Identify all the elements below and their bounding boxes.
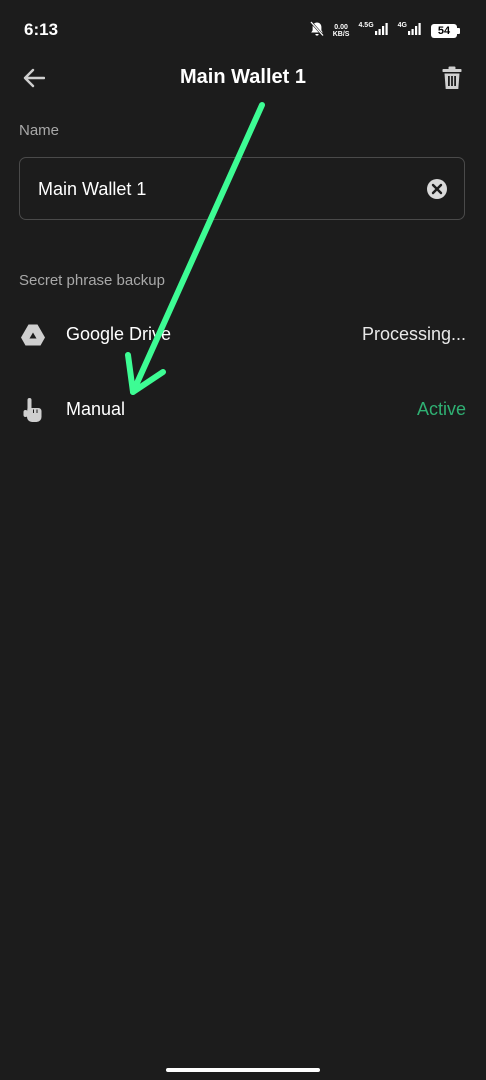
network-2-label: 4G xyxy=(397,22,407,29)
network-2: 4G xyxy=(398,22,422,40)
signal-icon xyxy=(374,22,389,40)
delete-wallet-button[interactable] xyxy=(436,64,468,96)
status-time: 6:13 xyxy=(24,20,59,39)
network-1-label: 4.5G xyxy=(358,22,374,29)
data-speed: 0.00 KB/S xyxy=(333,24,350,38)
wallet-name-value[interactable]: Main Wallet 1 xyxy=(38,179,146,200)
home-indicator[interactable] xyxy=(166,1068,320,1072)
backup-section-label: Secret phrase backup xyxy=(19,272,165,289)
backup-item-manual[interactable]: Manual Active xyxy=(0,385,486,435)
status-bar: 6:13 0.00 KB/S 4.5G 4G 54 xyxy=(0,0,486,62)
backup-item-status: Active xyxy=(416,399,466,419)
google-drive-icon xyxy=(20,322,46,348)
status-icons: 0.00 KB/S 4.5G 4G 54 xyxy=(309,20,460,42)
name-label: Name xyxy=(19,122,60,139)
mute-bell-icon xyxy=(309,20,324,42)
data-speed-unit: KB/S xyxy=(332,31,350,38)
backup-item-label: Google Drive xyxy=(66,324,172,344)
clear-icon[interactable] xyxy=(426,178,448,200)
backup-item-google-drive[interactable]: Google Drive Processing... xyxy=(0,310,486,360)
hand-pointer-icon xyxy=(20,397,46,423)
battery-icon: 54 xyxy=(431,24,460,38)
signal-icon xyxy=(408,22,422,40)
page-title: Main Wallet 1 xyxy=(180,66,306,88)
backup-item-status: Processing... xyxy=(361,324,466,344)
battery-level: 54 xyxy=(431,24,457,38)
data-speed-value: 0.00 xyxy=(334,24,348,31)
wallet-name-input[interactable]: Main Wallet 1 xyxy=(19,157,465,220)
network-1: 4.5G xyxy=(358,22,388,40)
backup-item-label: Manual xyxy=(66,399,126,419)
trash-icon xyxy=(442,66,462,95)
app-header: Main Wallet 1 xyxy=(0,56,486,102)
